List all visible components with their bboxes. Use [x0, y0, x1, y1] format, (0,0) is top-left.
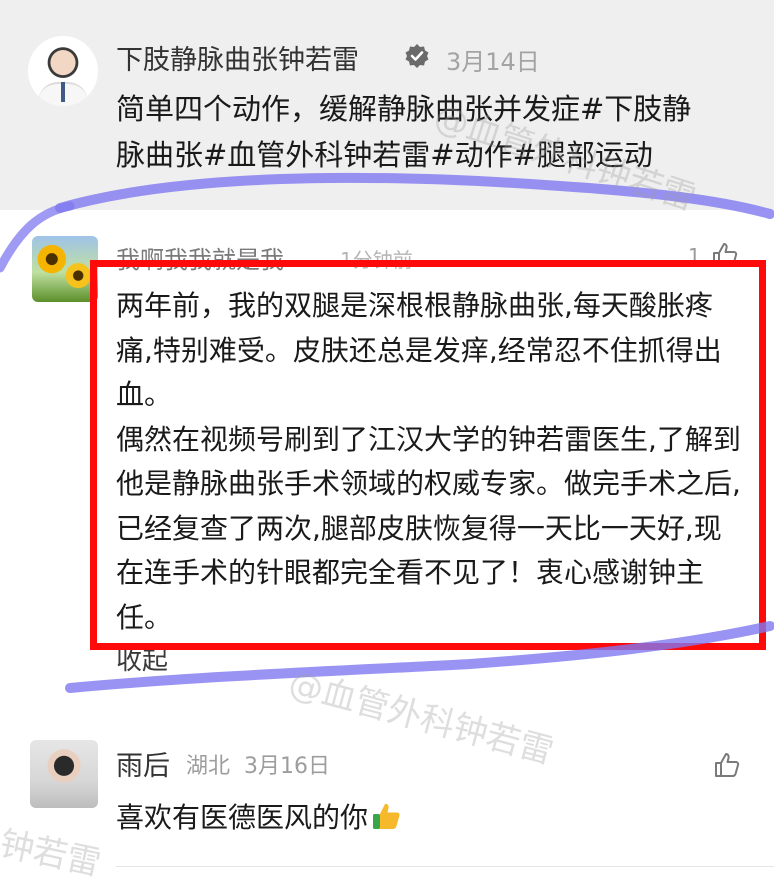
comment2-avatar[interactable]: [30, 740, 98, 808]
thumbs-up-emoji-icon: [373, 803, 400, 829]
comment2-author-name[interactable]: 雨后: [116, 744, 170, 783]
thumbs-up-icon[interactable]: [712, 750, 742, 780]
comment2-text-content: 喜欢有医德医风的你: [116, 801, 369, 834]
comment2-text: 喜欢有医德医风的你: [116, 796, 404, 836]
comment2-location: 湖北: [186, 754, 231, 779]
comment2-date: 3月16日: [244, 754, 330, 779]
author-avatar[interactable]: [28, 36, 98, 106]
post-card: 下肢静脉曲张钟若雷 3月14日 简单四个动作，缓解静脉曲张并发症#下肢静脉曲张#…: [0, 0, 774, 210]
red-highlight-box: [90, 260, 766, 650]
verified-badge-icon: [405, 44, 429, 68]
post-author-name[interactable]: 下肢静脉曲张钟若雷: [116, 38, 359, 77]
post-text: 简单四个动作，缓解静脉曲张并发症#下肢静脉曲张#血管外科钟若雷#动作#腿部运动: [116, 92, 692, 172]
post-date: 3月14日: [446, 48, 540, 76]
avatar-tie: [61, 82, 65, 102]
divider: [116, 866, 774, 867]
comment1-avatar[interactable]: [32, 236, 98, 302]
watermark: 钟若雷: [0, 823, 105, 885]
